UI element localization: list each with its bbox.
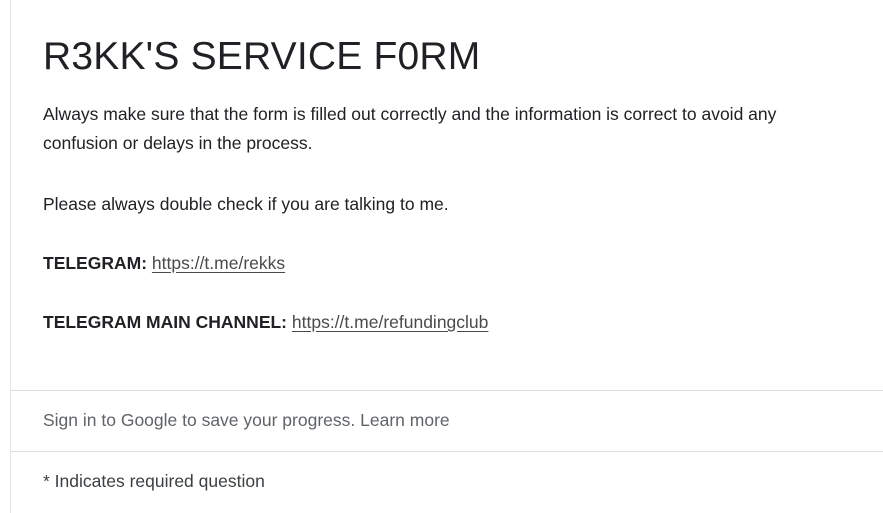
telegram-line: TELEGRAM: https://t.me/rekks (43, 249, 843, 278)
form-description: Always make sure that the form is filled… (43, 100, 843, 367)
form-header-card: R3KK'S SERVICE F0RM Always make sure tha… (10, 0, 883, 513)
telegram-channel-line: TELEGRAM MAIN CHANNEL: https://t.me/refu… (43, 308, 843, 337)
divider-top (11, 390, 883, 391)
telegram-label: TELEGRAM: (43, 253, 148, 273)
page: R3KK'S SERVICE F0RM Always make sure tha… (0, 0, 883, 513)
form-title: R3KK'S SERVICE F0RM (43, 35, 481, 78)
telegram-channel-link[interactable]: https://t.me/refundingclub (292, 312, 489, 332)
required-question-note: * Indicates required question (43, 471, 265, 491)
signin-notice: Sign in to Google to save your progress.… (43, 406, 450, 434)
learn-more-link[interactable]: Learn more (360, 410, 450, 430)
signin-text: Sign in to Google to save your progress. (43, 410, 356, 430)
description-check: Please always double check if you are ta… (43, 194, 449, 214)
telegram-channel-label: TELEGRAM MAIN CHANNEL: (43, 312, 288, 332)
divider-bottom (11, 451, 883, 452)
description-intro: Always make sure that the form is filled… (43, 104, 777, 153)
telegram-link[interactable]: https://t.me/rekks (152, 253, 285, 273)
